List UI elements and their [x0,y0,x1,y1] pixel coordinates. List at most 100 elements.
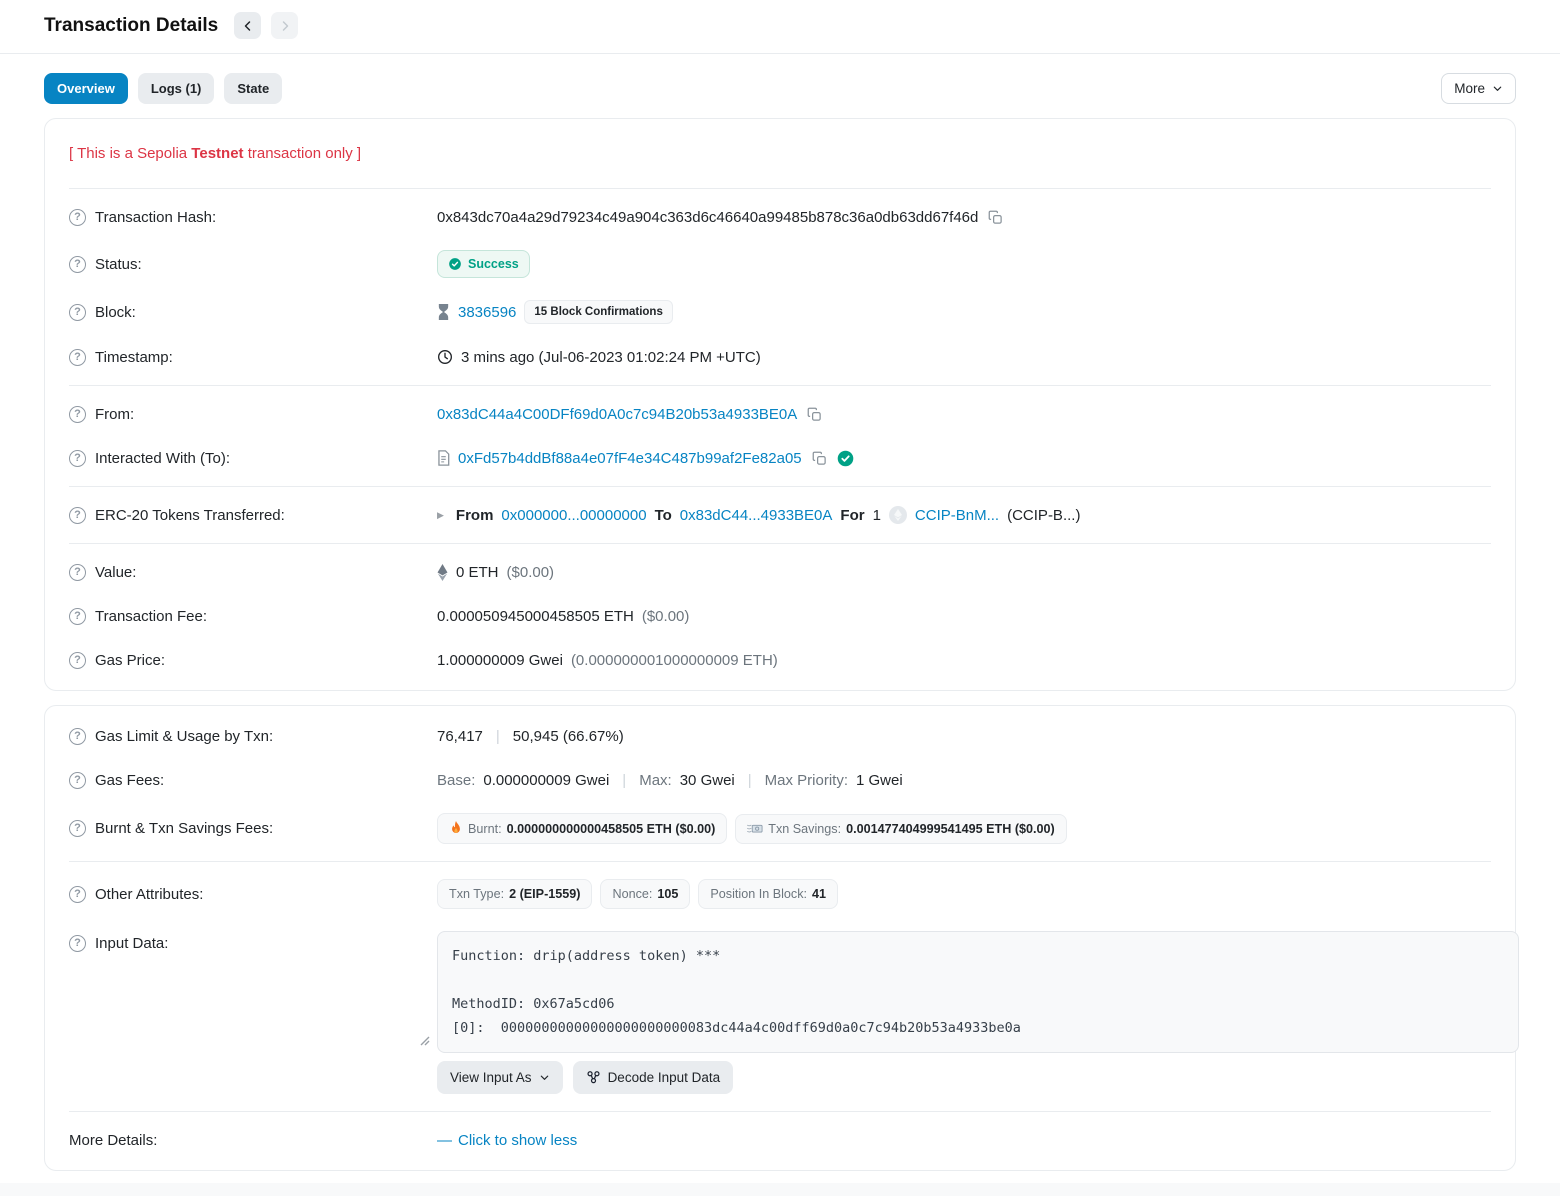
erc20-label: ERC-20 Tokens Transferred: [95,507,285,524]
decode-input-data-label: Decode Input Data [608,1070,721,1085]
nonce-badge-label: Nonce: [612,887,652,901]
tab-logs[interactable]: Logs (1) [138,73,215,104]
gas-fees-base-value: 0.000000009 Gwei [483,772,609,789]
row-other-attributes: ? Other Attributes: Txn Type: 2 (EIP-155… [69,868,1491,920]
copy-from-address-button[interactable] [805,407,824,422]
help-icon[interactable]: ? [69,304,86,321]
page-bottom-strip [0,1183,1560,1196]
gas-fees-priority-label: Max Priority: [765,772,848,789]
position-in-block-badge: Position In Block: 41 [698,879,838,909]
help-icon[interactable]: ? [69,209,86,226]
help-icon[interactable]: ? [69,450,86,467]
txn-savings-badge-value: 0.001477404999541495 ETH ($0.00) [846,822,1055,836]
row-transaction-fee: ? Transaction Fee: 0.000050945000458505 … [69,594,1491,638]
testnet-warning: [ This is a Sepolia Testnet transaction … [69,127,1491,182]
money-wings-icon [747,822,763,836]
copy-contract-address-button[interactable] [810,451,829,466]
value-usd: ($0.00) [507,564,555,581]
timestamp-value: 3 mins ago (Jul-06-2023 01:02:24 PM +UTC… [461,349,761,366]
contract-address-link[interactable]: 0xFd57b4ddBf88a4e07fF4e34C487b99af2Fe82a… [458,450,802,467]
divider [69,385,1491,386]
testnet-warning-suffix: transaction only ] [244,145,362,162]
row-gas-limit-usage: ? Gas Limit & Usage by Txn: 76,417 | 50,… [69,714,1491,758]
help-icon[interactable]: ? [69,608,86,625]
input-data-label: Input Data: [95,935,168,952]
status-badge-label: Success [468,257,519,271]
chevron-right-icon [279,20,291,32]
gas-usage-value: 50,945 (66.67%) [513,728,624,745]
more-button[interactable]: More [1441,73,1516,104]
view-input-as-button[interactable]: View Input As [437,1061,563,1094]
contract-document-icon [437,450,450,466]
help-icon[interactable]: ? [69,406,86,423]
erc20-token-name-link[interactable]: CCIP-BnM... [915,507,999,524]
testnet-warning-emphasis: Testnet [191,145,243,162]
more-details-label: More Details: [69,1132,157,1149]
help-icon[interactable]: ? [69,652,86,669]
pipe-separator: | [491,728,505,745]
from-address-link[interactable]: 0x83dC44a4C00DFf69d0A0c7c94B20b53a4933BE… [437,406,797,423]
eth-diamond-icon [437,564,448,581]
status-label: Status: [95,256,142,273]
row-burnt-savings-fees: ? Burnt & Txn Savings Fees: Burnt: 0.000… [69,802,1491,855]
gas-fees-label: Gas Fees: [95,772,164,789]
transaction-hash-label: Transaction Hash: [95,209,216,226]
decode-input-data-button[interactable]: Decode Input Data [573,1061,734,1094]
testnet-warning-prefix: [ This is a Sepolia [69,145,191,162]
divider [69,486,1491,487]
row-status: ? Status: Success [69,239,1491,289]
divider [69,861,1491,862]
gas-price-label: Gas Price: [95,652,165,669]
transaction-fee-usd: ($0.00) [642,608,690,625]
row-gas-price: ? Gas Price: 1.000000009 Gwei (0.0000000… [69,638,1491,682]
gas-limit-value: 76,417 [437,728,483,745]
copy-hash-button[interactable] [986,210,1005,225]
help-icon[interactable]: ? [69,564,86,581]
gas-fees-base-label: Base: [437,772,475,789]
erc20-from-word: From [456,507,494,524]
previous-transaction-button[interactable] [234,12,261,39]
gas-fees-max-label: Max: [639,772,672,789]
erc20-to-address-link[interactable]: 0x83dC44...4933BE0A [680,507,833,524]
help-icon[interactable]: ? [69,886,86,903]
erc20-from-address-link[interactable]: 0x000000...00000000 [501,507,646,524]
help-icon[interactable]: ? [69,507,86,524]
value-amount: 0 ETH [456,564,499,581]
input-data-textarea[interactable]: Function: drip(address token) *** Method… [437,931,1519,1053]
block-number-link[interactable]: 3836596 [458,304,516,321]
decode-icon [586,1070,601,1085]
gas-price-eth: (0.000000001000000009 ETH) [571,652,778,669]
help-icon[interactable]: ? [69,772,86,789]
from-label: From: [95,406,134,423]
row-erc20-transfers: ? ERC-20 Tokens Transferred: ▶ From 0x00… [69,493,1491,537]
help-icon[interactable]: ? [69,820,86,837]
help-icon[interactable]: ? [69,256,86,273]
burnt-fee-badge-value: 0.000000000000458505 ETH ($0.00) [507,822,716,836]
row-from: ? From: 0x83dC44a4C00DFf69d0A0c7c94B20b5… [69,392,1491,436]
burnt-fee-badge: Burnt: 0.000000000000458505 ETH ($0.00) [437,813,727,844]
tab-overview[interactable]: Overview [44,73,128,104]
tab-state[interactable]: State [224,73,282,104]
txn-savings-badge-label: Txn Savings: [768,822,841,836]
page-header: Transaction Details [0,0,1560,54]
txn-type-badge: Txn Type: 2 (EIP-1559) [437,879,592,909]
row-transaction-hash: ? Transaction Hash: 0x843dc70a4a29d79234… [69,195,1491,239]
minus-icon: — [437,1132,452,1149]
row-block: ? Block: 3836596 15 Block Confirmations [69,289,1491,335]
row-input-data: ? Input Data: Function: drip(address tok… [69,920,1491,1105]
gas-price-amount: 1.000000009 Gwei [437,652,563,669]
gas-fees-max-value: 30 Gwei [680,772,735,789]
chevron-left-icon [242,20,254,32]
divider [69,543,1491,544]
row-value: ? Value: 0 ETH ($0.00) [69,550,1491,594]
erc20-token-symbol: (CCIP-B...) [1007,507,1080,524]
help-icon[interactable]: ? [69,935,86,952]
position-badge-value: 41 [812,887,826,901]
help-icon[interactable]: ? [69,349,86,366]
block-confirmations-badge: 15 Block Confirmations [524,300,672,324]
divider [69,188,1491,189]
transaction-fee-label: Transaction Fee: [95,608,207,625]
show-less-link[interactable]: — Click to show less [437,1132,577,1149]
help-icon[interactable]: ? [69,728,86,745]
next-transaction-button[interactable] [271,12,298,39]
